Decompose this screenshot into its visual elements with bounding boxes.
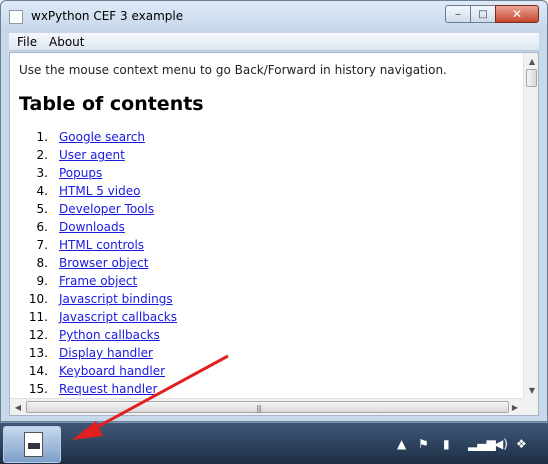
toc-link-user-agent[interactable]: User agent — [59, 148, 125, 162]
toc-number: 15. — [28, 382, 48, 396]
close-icon: ✕ — [511, 7, 523, 21]
toc-item: 3. Popups — [10, 165, 510, 183]
toc-item: 9. Frame object — [10, 273, 510, 291]
toc-link-javascript-bindings[interactable]: Javascript bindings — [59, 292, 173, 306]
taskbar: ▲ ⚑ ▮ ▂▄▆ ◀) ❖ — [0, 422, 548, 464]
toc-item: 5. Developer Tools — [10, 201, 510, 219]
vertical-scrollbar[interactable]: ▲ ▼ — [523, 53, 538, 398]
maximize-button[interactable]: □ — [470, 5, 496, 23]
menu-about[interactable]: About — [49, 35, 84, 49]
toc-link-developer-tools[interactable]: Developer Tools — [59, 202, 154, 216]
grip-icon: ||| — [256, 404, 262, 413]
scrollbar-corner — [523, 398, 538, 415]
toc-number: 5. — [36, 202, 48, 216]
app-window: wxPython CEF 3 example ‒ □ ✕ File About … — [0, 0, 548, 422]
toc-number: 10. — [28, 292, 48, 306]
toc-number: 14. — [28, 364, 48, 378]
maximize-icon: □ — [478, 8, 488, 20]
toc-item: 14. Keyboard handler — [10, 363, 510, 381]
app-icon — [9, 10, 23, 24]
toc-item: 11. Javascript callbacks — [10, 309, 510, 327]
app-document-icon-detail — [28, 443, 40, 449]
toc-link-request-handler[interactable]: Request handler — [59, 382, 157, 396]
network-icon[interactable]: ▂▄▆ — [468, 437, 496, 451]
scroll-left-arrow-icon[interactable]: ◀ — [10, 399, 26, 415]
title-bar[interactable]: wxPython CEF 3 example ‒ □ ✕ — [1, 1, 547, 33]
app-document-icon — [24, 432, 43, 457]
power-icon[interactable]: ▮ — [443, 437, 450, 451]
toc-link-javascript-callbacks[interactable]: Javascript callbacks — [59, 310, 177, 324]
scroll-down-arrow-icon[interactable]: ▼ — [524, 382, 538, 398]
scroll-right-arrow-icon[interactable]: ▶ — [507, 399, 523, 415]
minimize-button[interactable]: ‒ — [445, 5, 471, 23]
toc-link-frame-object[interactable]: Frame object — [59, 274, 137, 288]
browser-content: Use the mouse context menu to go Back/Fo… — [9, 52, 539, 416]
toc-number: 8. — [36, 256, 48, 270]
menu-file[interactable]: File — [17, 35, 37, 49]
scroll-up-arrow-icon[interactable]: ▲ — [524, 53, 538, 69]
window-title: wxPython CEF 3 example — [31, 9, 184, 23]
horizontal-scrollbar[interactable]: ◀ ||| ▶ — [10, 398, 523, 415]
toc-link-html5-video[interactable]: HTML 5 video — [59, 184, 140, 198]
horizontal-scroll-thumb[interactable]: ||| — [26, 401, 509, 413]
toc-link-keyboard-handler[interactable]: Keyboard handler — [59, 364, 165, 378]
minimize-icon: ‒ — [454, 8, 462, 20]
toc-item: 10. Javascript bindings — [10, 291, 510, 309]
menu-bar: File About — [9, 33, 539, 51]
toc-number: 12. — [28, 328, 48, 342]
toc-number: 9. — [36, 274, 48, 288]
toc-item: 13. Display handler — [10, 345, 510, 363]
toc-number: 2. — [36, 148, 48, 162]
toc-item: 4. HTML 5 video — [10, 183, 510, 201]
toc-number: 7. — [36, 238, 48, 252]
vertical-scroll-thumb[interactable] — [526, 69, 537, 87]
toc-item: 7. HTML controls — [10, 237, 510, 255]
toc-item: 12. Python callbacks — [10, 327, 510, 345]
toc-item: 1. Google search — [10, 129, 510, 147]
toc-link-browser-object[interactable]: Browser object — [59, 256, 148, 270]
toc-link-html-controls[interactable]: HTML controls — [59, 238, 144, 252]
toc-link-python-callbacks[interactable]: Python callbacks — [59, 328, 160, 342]
close-button[interactable]: ✕ — [495, 5, 539, 23]
toc-heading: Table of contents — [19, 93, 204, 115]
toc-link-google-search[interactable]: Google search — [59, 130, 145, 144]
toc-item: 6. Downloads — [10, 219, 510, 237]
toc-item: 8. Browser object — [10, 255, 510, 273]
toc-item: 2. User agent — [10, 147, 510, 165]
toc-item: 15. Request handler — [10, 381, 510, 399]
chevron-up-icon[interactable]: ▲ — [397, 437, 406, 451]
toc-link-downloads[interactable]: Downloads — [59, 220, 125, 234]
taskbar-app-button[interactable] — [3, 426, 61, 463]
toc-number: 6. — [36, 220, 48, 234]
toc-number: 11. — [28, 310, 48, 324]
toc-number: 13. — [28, 346, 48, 360]
volume-icon[interactable]: ◀) — [494, 437, 508, 451]
flag-icon[interactable]: ⚑ — [418, 437, 429, 451]
toc-number: 4. — [36, 184, 48, 198]
intro-text: Use the mouse context menu to go Back/Fo… — [19, 63, 447, 77]
toc-link-display-handler[interactable]: Display handler — [59, 346, 153, 360]
toc-link-popups[interactable]: Popups — [59, 166, 102, 180]
toc-number: 1. — [36, 130, 48, 144]
dropbox-icon[interactable]: ❖ — [516, 437, 527, 451]
toc-number: 3. — [36, 166, 48, 180]
